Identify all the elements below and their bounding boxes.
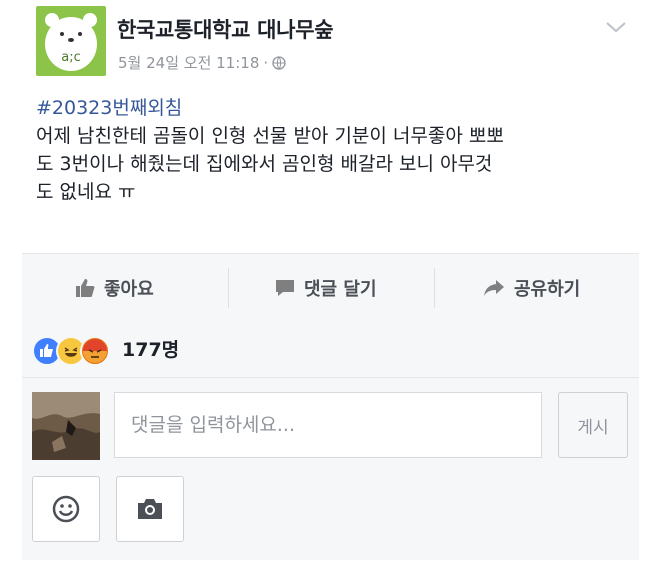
action-divider bbox=[228, 268, 229, 308]
comment-area: 게시 bbox=[22, 378, 639, 560]
comment-bubble-icon bbox=[274, 277, 296, 299]
reactions-row: 177명 bbox=[22, 321, 639, 378]
bear-logo-icon: a;c bbox=[45, 13, 97, 71]
post-comment-button[interactable]: 게시 bbox=[558, 392, 628, 458]
post-body: #20323번째외침 어제 남친한테 곰돌이 인형 선물 받아 기분이 너무좋아… bbox=[36, 94, 626, 206]
timestamp-separator: · bbox=[263, 54, 269, 72]
share-button[interactable]: 공유하기 bbox=[482, 254, 580, 322]
actions-bar: 좋아요 댓글 달기 공유하기 bbox=[22, 253, 639, 323]
post-header: a;c 한국교통대학교 대나무숲 5월 24일 오전 11:18 · bbox=[31, 0, 631, 90]
chevron-down-icon[interactable] bbox=[603, 16, 629, 38]
action-divider bbox=[434, 268, 435, 308]
comment-button[interactable]: 댓글 달기 bbox=[274, 254, 377, 322]
like-label: 좋아요 bbox=[104, 279, 154, 300]
emoji-button[interactable] bbox=[32, 476, 100, 542]
user-avatar[interactable] bbox=[32, 392, 100, 460]
page-name[interactable]: 한국교통대학교 대나무숲 bbox=[117, 14, 334, 44]
post-timestamp: 5월 24일 오전 11:18 · bbox=[118, 52, 286, 74]
share-label: 공유하기 bbox=[514, 279, 581, 300]
thumbs-up-icon bbox=[74, 277, 96, 299]
like-button[interactable]: 좋아요 bbox=[74, 254, 154, 322]
camera-icon bbox=[138, 499, 162, 519]
share-arrow-icon bbox=[482, 277, 506, 299]
reaction-count[interactable]: 177명 bbox=[122, 335, 179, 362]
timestamp-text[interactable]: 5월 24일 오전 11:18 bbox=[118, 54, 259, 72]
angry-reaction-icon bbox=[80, 336, 110, 366]
comment-input[interactable] bbox=[114, 392, 542, 458]
photo-button[interactable] bbox=[116, 476, 184, 542]
page-avatar[interactable]: a;c bbox=[36, 6, 106, 76]
avatar-logo-text: a;c bbox=[61, 50, 81, 65]
smiley-icon bbox=[52, 495, 80, 523]
globe-icon bbox=[272, 56, 286, 74]
reaction-icons[interactable] bbox=[32, 336, 110, 366]
post-text: 어제 남친한테 곰돌이 인형 선물 받아 기분이 너무좋아 뽀뽀 도 3번이나 … bbox=[36, 125, 504, 203]
hashtag-link[interactable]: #20323번째외침 bbox=[36, 94, 626, 122]
comment-label: 댓글 달기 bbox=[304, 279, 377, 300]
profile-photo bbox=[32, 392, 100, 460]
